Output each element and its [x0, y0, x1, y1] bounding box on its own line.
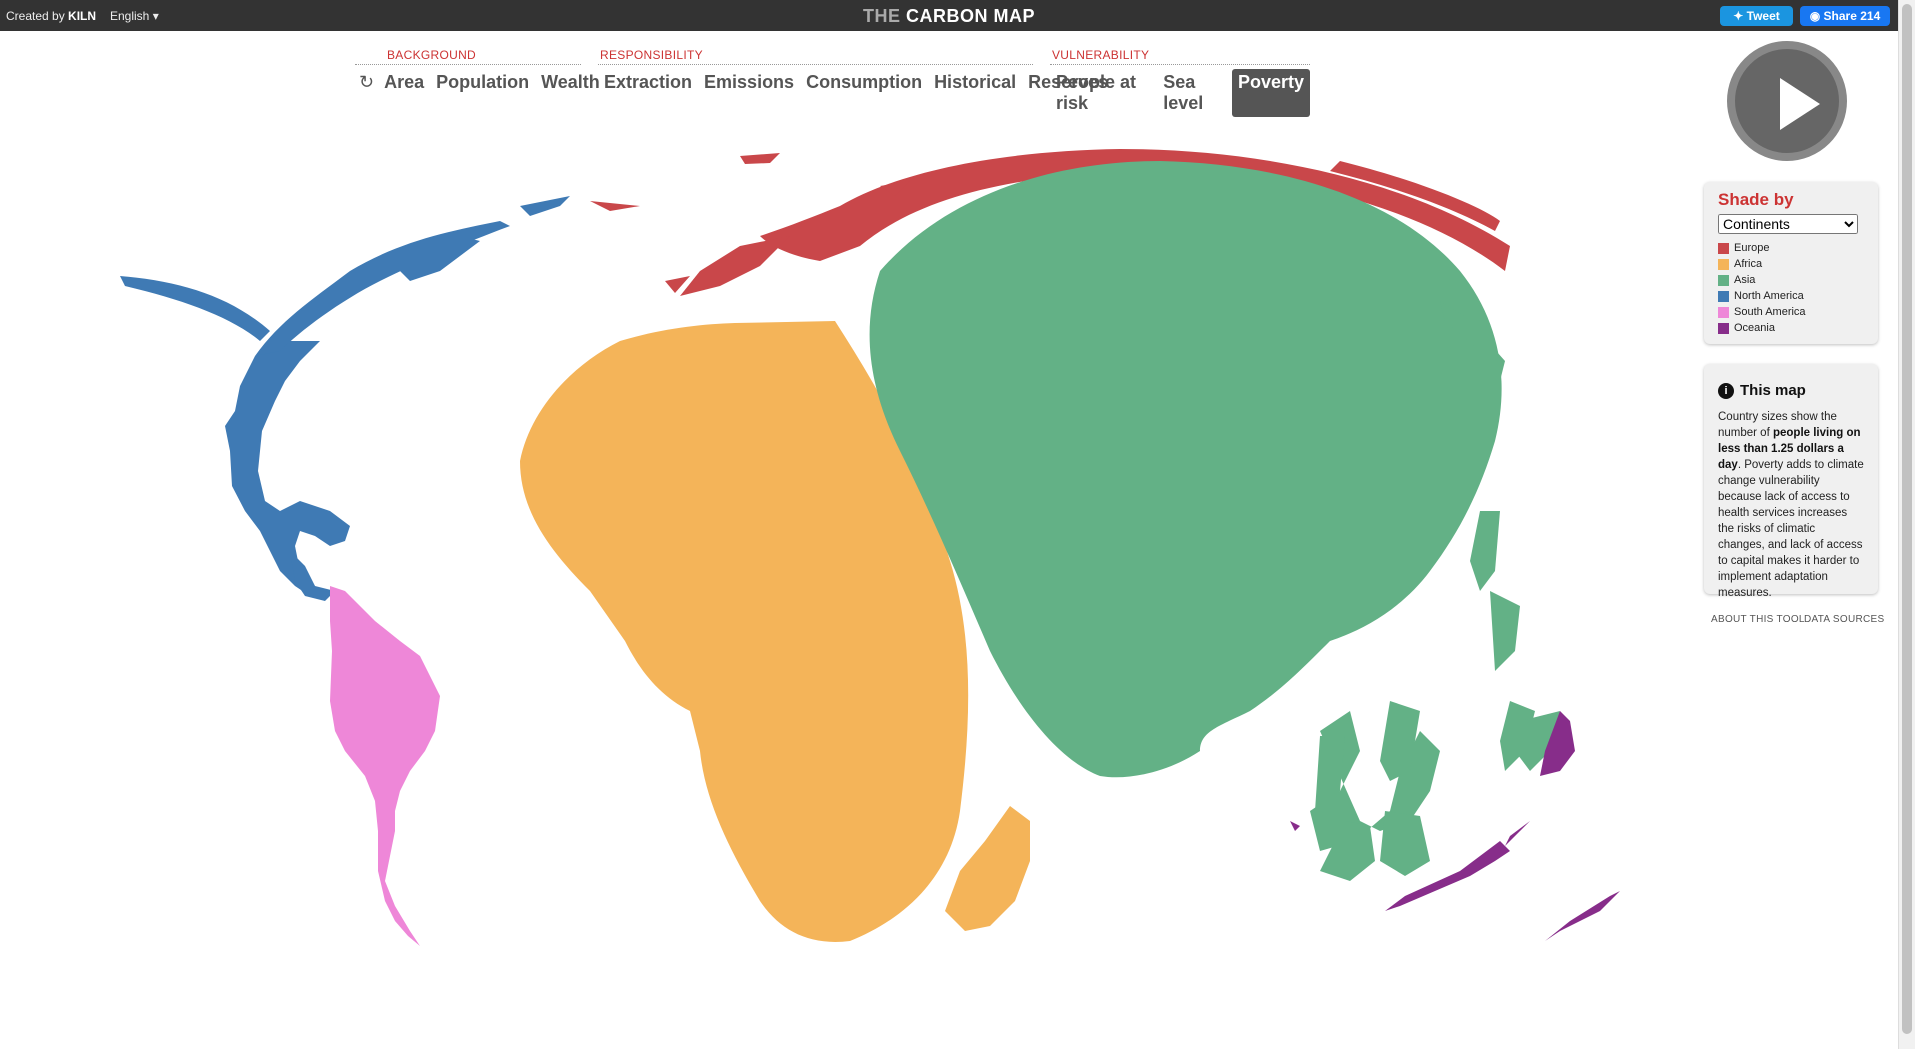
- top-bar: Created by KILN English ▾ THE CARBON MAP…: [0, 0, 1898, 31]
- legend-swatch: [1718, 258, 1729, 270]
- shade-by-select[interactable]: Continents: [1718, 214, 1858, 234]
- data-sources-link[interactable]: DATA SOURCES: [1804, 614, 1884, 625]
- legend-item: Europe: [1718, 240, 1864, 256]
- region-south-america[interactable]: [330, 586, 440, 946]
- legend-swatch: [1718, 242, 1729, 254]
- region-madagascar[interactable]: [945, 806, 1030, 931]
- legend-item: North America: [1718, 288, 1864, 304]
- about-link[interactable]: ABOUT THIS TOOL: [1711, 614, 1805, 625]
- facebook-share-button[interactable]: ◉ Share 214: [1800, 6, 1890, 26]
- legend-item: Oceania: [1718, 320, 1864, 336]
- scrollbar[interactable]: [1898, 0, 1915, 1049]
- shade-by-title: Shade by: [1718, 190, 1794, 209]
- info-text: Country sizes show the number of people …: [1718, 411, 1864, 599]
- info-title: i This map: [1718, 382, 1864, 399]
- legend-item: Africa: [1718, 256, 1864, 272]
- legend: Europe Africa Asia North America South A…: [1718, 240, 1864, 336]
- twitter-bird-icon: ✦: [1733, 9, 1744, 23]
- legend-item: Asia: [1718, 272, 1864, 288]
- scrollbar-thumb[interactable]: [1902, 4, 1912, 1034]
- facebook-icon: ◉: [1809, 9, 1821, 23]
- shade-by-panel: Shade by Continents Europe Africa Asia N…: [1704, 182, 1878, 344]
- legend-item: South America: [1718, 304, 1864, 320]
- region-central-america[interactable]: [290, 551, 335, 601]
- play-icon: [1780, 78, 1820, 130]
- region-europe-iceland[interactable]: [740, 153, 780, 164]
- region-north-america[interactable]: [225, 341, 350, 596]
- cartogram-map[interactable]: [0, 31, 1700, 1049]
- info-panel: i This map Country sizes show the number …: [1704, 364, 1878, 599]
- region-europe-west[interactable]: [680, 236, 790, 296]
- legend-swatch: [1718, 274, 1729, 286]
- legend-swatch: [1718, 306, 1729, 318]
- legend-swatch: [1718, 290, 1729, 302]
- info-icon: i: [1718, 382, 1734, 399]
- tweet-button[interactable]: ✦ Tweet: [1720, 6, 1793, 26]
- region-north-america-arctic[interactable]: [120, 196, 570, 356]
- page-title: THE CARBON MAP: [862, 6, 1035, 26]
- play-button[interactable]: [1727, 41, 1847, 161]
- legend-swatch: [1718, 322, 1729, 334]
